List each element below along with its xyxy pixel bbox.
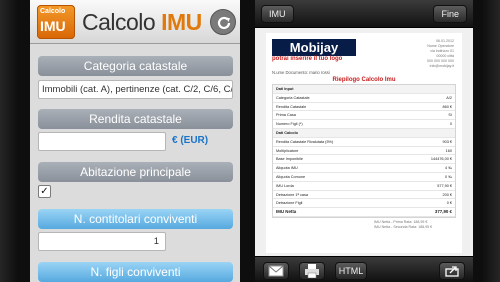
report-table: Dati Input Categoria Catastale A/2 Rendita … xyxy=(272,84,456,218)
report-row: Moltiplicatore 160 xyxy=(273,147,455,156)
meta-line: Nome Operatore xyxy=(427,44,454,48)
abitazione-section-header: Abitazione principale xyxy=(38,162,233,182)
report-toolbar: HTML xyxy=(255,256,473,282)
app-header: Calcolo IMU Calcolo IMU xyxy=(30,0,240,44)
report-row: IMU Netta 377,90 € xyxy=(273,208,455,217)
report-row-value: 160 xyxy=(445,148,452,153)
report-row-label: Rendita Catastale xyxy=(276,104,307,109)
report-row-label: Detrazione 1ª casa xyxy=(276,192,309,197)
report-screen: IMU Fine Mobijay potrai inserire il tuo … xyxy=(255,0,473,282)
contitolari-input[interactable]: 1 xyxy=(38,232,166,251)
report-row: IMU Lorda 577,90 € xyxy=(273,182,455,191)
rendita-unit-label: € (EUR) xyxy=(172,135,209,146)
split-line: IMU Netta - Prima Rata: 188,95 € xyxy=(374,220,428,224)
meta-line: 00000 città xyxy=(436,54,454,58)
report-row-value: 0 xyxy=(449,122,452,127)
share-icon xyxy=(445,266,459,277)
refresh-button[interactable] xyxy=(210,9,236,35)
report-row-value: 377,90 € xyxy=(434,209,452,215)
refresh-icon xyxy=(217,16,231,30)
report-row-label: IMU Lorda xyxy=(276,183,294,188)
figli-section-header: N. figli conviventi xyxy=(38,262,233,282)
report-row: Numero Figli (*) 0 xyxy=(273,120,455,129)
categoria-select[interactable]: Immobili (cat. A), pertinenze (cat. C/2,… xyxy=(38,80,233,99)
report-row-label: Categoria Catastale xyxy=(276,95,310,100)
report-title: Riepilogo Calcolo Imu xyxy=(332,77,396,83)
email-button[interactable] xyxy=(263,262,289,280)
abitazione-checkbox[interactable]: ✓ xyxy=(38,185,51,198)
report-row-value: 903 € xyxy=(442,139,452,144)
contitolari-section-header: N. contitolari conviventi xyxy=(38,209,233,229)
report-row: Aliquota Comune 0 ‰ xyxy=(273,173,455,182)
report-row: Rendita Catastale Rivalutata (5%) 903 € xyxy=(273,138,455,147)
report-row-label: Detrazione Figli xyxy=(276,201,303,206)
meta-line: info@mobijay.it xyxy=(429,64,454,68)
report-row-label: Moltiplicatore xyxy=(276,148,299,153)
report-row-label: Dati Input xyxy=(276,87,294,91)
print-button[interactable] xyxy=(299,262,325,280)
report-row-label: Dati Calcolo xyxy=(276,130,298,135)
report-row-value: 0 ‰ xyxy=(445,174,452,179)
report-row-label: IMU Netta xyxy=(276,209,297,215)
split-line: IMU Netta - Seconda Rata: 188,95 € xyxy=(374,225,433,229)
app-logo: Calcolo IMU xyxy=(37,5,75,39)
report-row: Detrazione 1ª casa 200 € xyxy=(273,191,455,200)
report-row: Dati Input xyxy=(273,85,455,94)
screenshot-stage: Calcolo IMU Calcolo IMU Categoria catast… xyxy=(0,0,500,282)
back-button[interactable]: IMU xyxy=(261,5,294,23)
app-title-accent: IMU xyxy=(161,9,202,35)
report-row-value: 4 ‰ xyxy=(445,166,452,171)
calculator-screen: Calcolo IMU Calcolo IMU Categoria catast… xyxy=(30,0,240,282)
categoria-section-header: Categoria catastale xyxy=(38,56,233,76)
mail-icon xyxy=(268,265,284,277)
printer-icon xyxy=(305,264,319,279)
report-row-value: 0 € xyxy=(446,201,452,206)
logo-tagline: potrai inserire il tuo logo xyxy=(272,56,343,62)
share-button[interactable] xyxy=(439,262,465,280)
rendita-section-header: Rendita catastale xyxy=(38,109,233,129)
report-row-value: Sì xyxy=(448,113,452,118)
report-row: Rendita Catastale 860 € xyxy=(273,103,455,112)
meta-line: via indirizzo 01 xyxy=(430,49,454,53)
meta-line: 000 000 000 000 xyxy=(427,59,454,63)
report-row-value: A/2 xyxy=(446,95,452,100)
rendita-input[interactable] xyxy=(38,132,166,151)
report-navbar: IMU Fine xyxy=(255,0,473,28)
document-name: N.ume Documento: mario rossi xyxy=(272,70,330,75)
report-row-label: Aliquota Comune xyxy=(276,174,306,179)
report-row: Categoria Catastale A/2 xyxy=(273,94,455,103)
report-row-label: Numero Figli (*) xyxy=(276,122,303,127)
meta-line: 06.01.2012 xyxy=(436,39,454,43)
report-row: Aliquota IMU 4 ‰ xyxy=(273,164,455,173)
report-row: Detrazione Figli 0 € xyxy=(273,199,455,209)
report-row-label: Rendita Catastale Rivalutata (5%) xyxy=(276,139,334,144)
report-row: Base Imponibile 144476,00 € xyxy=(273,155,455,165)
app-logo-bottom: IMU xyxy=(40,18,66,34)
app-title-prefix: Calcolo xyxy=(82,9,162,35)
report-row: Prima Casa Sì xyxy=(273,111,455,121)
app-logo-top: Calcolo xyxy=(40,8,66,15)
html-export-button[interactable]: HTML xyxy=(335,262,367,280)
report-row-label: Aliquota IMU xyxy=(276,166,298,171)
report-row-value: 860 € xyxy=(442,104,452,109)
report-row: Dati Calcolo xyxy=(273,128,455,138)
report-row-value: 200 € xyxy=(442,192,452,197)
pdf-report-document: Mobijay potrai inserire il tuo logo 06.0… xyxy=(266,33,462,253)
report-row-label: Base Imponibile xyxy=(276,157,304,162)
report-row-label: Prima Casa xyxy=(276,113,296,118)
report-row-value: 144476,00 € xyxy=(430,157,452,162)
app-title: Calcolo IMU xyxy=(82,9,202,36)
done-button[interactable]: Fine xyxy=(433,5,467,23)
report-row-value: 577,90 € xyxy=(437,183,452,188)
company-logo: Mobijay xyxy=(272,39,356,56)
